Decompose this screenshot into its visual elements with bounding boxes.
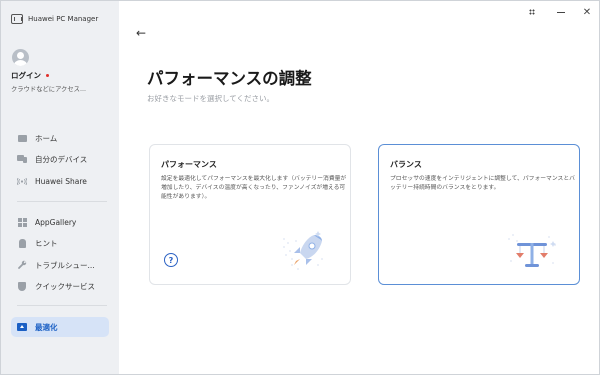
close-button[interactable]: ✕ [579, 6, 595, 18]
app-title: Huawei PC Manager [28, 15, 99, 23]
home-icon [17, 133, 27, 143]
sidebar-item-label: AppGallery [35, 217, 77, 227]
rocket-illustration-icon [283, 231, 323, 270]
tips-icon [17, 238, 27, 248]
page-title: パフォーマンスの調整 [147, 69, 312, 88]
login-link[interactable]: ログイン [11, 70, 49, 81]
balance-mode-card[interactable]: バランス プロセッサの速度をインテリジェントに調整して、パフォーマンスとバッテリ… [378, 144, 580, 285]
sidebar-item-label: ホーム [35, 133, 58, 143]
sidebar-divider [17, 305, 107, 306]
back-button[interactable]: ← [133, 25, 149, 41]
sidebar-item-appgallery[interactable]: AppGallery [11, 212, 109, 232]
sidebar-item-label: Huawei Share [35, 176, 87, 186]
balance-scale-illustration-icon [508, 234, 556, 267]
sidebar-item-home[interactable]: ホーム [11, 128, 109, 148]
app-logo-icon [11, 14, 23, 24]
shield-icon [17, 281, 27, 291]
close-icon: ✕ [582, 6, 592, 18]
app-title-bar: Huawei PC Manager [11, 14, 98, 24]
card-description: 設定を最適化してパフォーマンスを最大化します（バッテリー消費量が増加したり、デバ… [161, 176, 347, 200]
minimize-button[interactable] [553, 6, 569, 18]
share-icon [17, 176, 27, 186]
sidebar-item-label: クイックサービス [35, 281, 95, 291]
card-title: バランス [390, 160, 422, 169]
grid-dots-icon [529, 9, 535, 15]
sidebar: Huawei PC Manager ログイン クラウドなどにアクセス... ホー… [1, 1, 119, 374]
notification-dot [46, 74, 49, 77]
wrench-icon [17, 260, 27, 270]
performance-mode-card[interactable]: パフォーマンス 設定を最適化してパフォーマンスを最大化します（バッテリー消費量が… [149, 144, 351, 285]
cloud-access-text[interactable]: クラウドなどにアクセス... [11, 84, 86, 93]
sidebar-item-quick-service[interactable]: クイックサービス [11, 276, 109, 296]
sidebar-item-my-devices[interactable]: 自分のデバイス [11, 149, 109, 169]
sidebar-item-optimize[interactable]: 最適化 [11, 317, 109, 337]
devices-icon [17, 154, 27, 164]
appgallery-icon [17, 217, 27, 227]
sidebar-item-tips[interactable]: ヒント [11, 233, 109, 253]
avatar[interactable] [12, 49, 29, 66]
card-title: パフォーマンス [161, 160, 217, 169]
help-icon[interactable]: ? [164, 253, 178, 267]
minimize-icon [557, 11, 565, 13]
sidebar-item-label: ヒント [35, 238, 58, 248]
login-label[interactable]: ログイン [11, 70, 41, 81]
more-options-button[interactable] [524, 6, 540, 18]
sidebar-item-label: 最適化 [35, 322, 58, 332]
sidebar-item-huawei-share[interactable]: Huawei Share [11, 171, 109, 191]
back-arrow-icon: ← [135, 26, 147, 40]
page-subtitle: お好きなモードを選択してください。 [147, 94, 275, 103]
help-glyph: ? [168, 255, 174, 265]
sidebar-item-label: トラブルシュー... [35, 260, 95, 270]
optimize-icon [17, 322, 27, 332]
app-window: Huawei PC Manager ログイン クラウドなどにアクセス... ホー… [0, 0, 600, 375]
sidebar-divider [17, 201, 107, 202]
sidebar-item-troubleshoot[interactable]: トラブルシュー... [11, 255, 109, 275]
sidebar-item-label: 自分のデバイス [35, 154, 88, 164]
card-description: プロセッサの速度をインテリジェントに調整して、パフォーマンスとバッテリー持続時間… [390, 176, 575, 191]
